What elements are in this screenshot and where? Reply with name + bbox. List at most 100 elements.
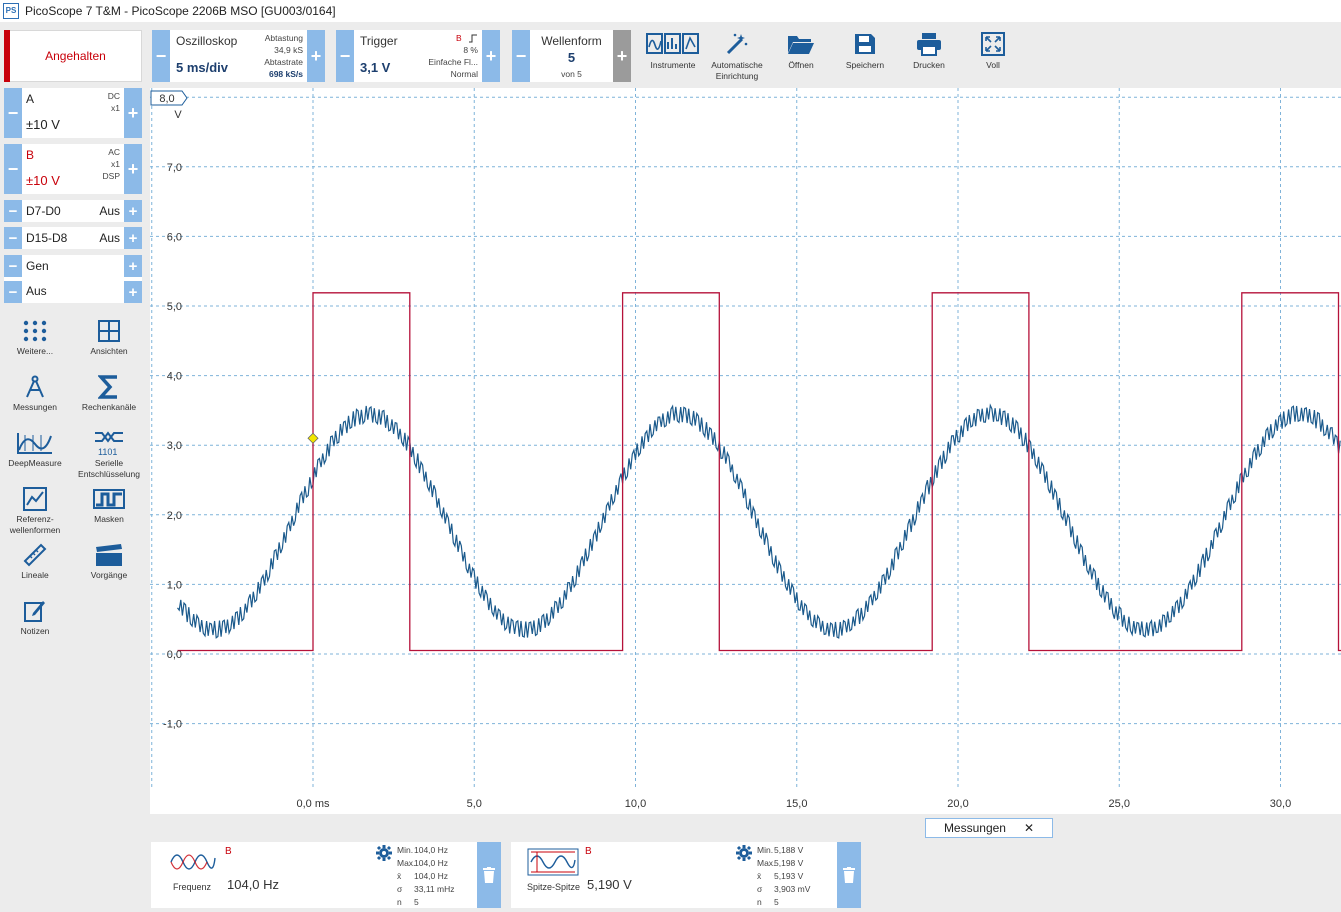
x-tick-label: 30,0 <box>1270 798 1291 810</box>
measurements-button[interactable]: Messungen <box>0 372 70 413</box>
instruments-icon <box>642 30 704 58</box>
rulers-button[interactable]: Lineale <box>0 540 70 581</box>
math-channels-button[interactable]: Rechenkanäle <box>74 372 144 413</box>
close-icon[interactable]: ✕ <box>1024 821 1034 835</box>
timebase-decrease-button[interactable]: − <box>152 30 170 82</box>
y-tick-label: 0,0 <box>167 649 182 661</box>
clapperboard-icon <box>74 540 144 570</box>
channel-b-decrease-button[interactable]: − <box>4 144 22 194</box>
waveform-number[interactable]: 5 <box>530 50 613 65</box>
peak-to-peak-stats: Min.5,188 V Max.5,198 V x̄ 5,193 V σ 3,903… <box>757 845 811 907</box>
trigger-increase-button[interactable]: + <box>482 30 500 82</box>
generator-decrease-button[interactable]: − <box>4 255 22 277</box>
generator-increase-button[interactable]: + <box>124 255 142 277</box>
digital-d15-d8-decrease-button[interactable]: − <box>4 227 22 249</box>
waveform-previous-button[interactable]: − <box>512 30 530 82</box>
reference-waveforms-label: Referenz-wellenformen <box>9 514 61 535</box>
deepmeasure-button[interactable]: DeepMeasure <box>0 428 70 469</box>
more-tools-button[interactable]: Weitere... <box>0 316 70 357</box>
measurement-card-frequency: B Frequenz 104,0 Hz Min.104,0 Hz Max.104… <box>151 842 501 908</box>
channel-a-decrease-button[interactable]: − <box>4 88 22 138</box>
reference-waveform-icon <box>0 484 70 514</box>
actions-button[interactable]: Vorgänge <box>74 540 144 581</box>
channel-a-coupling: DC <box>107 91 120 101</box>
auto-setup-button[interactable]: Automatische Einrichtung <box>706 30 768 84</box>
reference-waveforms-button[interactable]: Referenz-wellenformen <box>0 484 70 536</box>
y-tick-label-top: 8,0 <box>159 93 174 105</box>
trigger-control: − Trigger 3,1 V B 8 % Einfache Fl... Nor… <box>336 30 500 82</box>
digital-d7-d0-row: − D7-D0 Aus + <box>4 200 142 222</box>
waveform-next-button[interactable]: + <box>613 30 631 82</box>
digital-d15-d8-state: Aus <box>99 231 120 245</box>
y-tick-label: 5,0 <box>167 301 182 313</box>
trigger-title: Trigger <box>360 34 398 48</box>
gear-icon[interactable] <box>735 844 753 862</box>
sample-rate-value: 698 kS/s <box>268 69 303 79</box>
channel-b-range[interactable]: ±10 V <box>26 173 60 188</box>
open-button[interactable]: Öffnen <box>770 30 832 84</box>
channel-a-waveform <box>177 403 1341 639</box>
instruments-button[interactable]: Instrumente <box>642 30 704 84</box>
channel-b-trace <box>177 292 1341 652</box>
frequency-value: 104,0 Hz <box>227 877 280 892</box>
channel-a-increase-button[interactable]: + <box>124 88 142 138</box>
channel-a-control: − A DC x1 ±10 V + <box>4 88 142 138</box>
digital-d7-d0-increase-button[interactable]: + <box>124 200 142 222</box>
channel-b-increase-button[interactable]: + <box>124 144 142 194</box>
y-tick-label: 1,0 <box>167 579 182 591</box>
delete-peak-to-peak-measurement-button[interactable] <box>837 842 861 908</box>
timebase-value[interactable]: 5 ms/div <box>176 60 228 75</box>
trigger-level-value[interactable]: 3,1 V <box>360 60 390 75</box>
y-tick-label: -1,0 <box>163 719 182 731</box>
fullscreen-button[interactable]: Voll <box>962 30 1024 84</box>
views-label: Ansichten <box>90 346 128 356</box>
trigger-channel: B <box>455 33 462 43</box>
save-button[interactable]: Speichern <box>834 30 896 84</box>
y-tick-label: 2,0 <box>167 510 182 522</box>
y-tick-label: 6,0 <box>167 231 182 243</box>
generator-control: − − Gen Aus + + <box>4 255 142 303</box>
trash-icon <box>483 867 495 883</box>
peak-to-peak-name: Spitze-Spitze <box>527 882 581 892</box>
oscilloscope-view[interactable]: 7,06,05,04,03,02,01,00,0-1,08,0V-2,00,0 … <box>150 88 1341 814</box>
print-button[interactable]: Drucken <box>898 30 960 84</box>
trigger-marker <box>307 432 319 444</box>
notes-label: Notizen <box>20 626 50 636</box>
save-label: Speichern <box>845 60 885 70</box>
sigma-icon <box>74 372 144 402</box>
gear-icon[interactable] <box>375 844 393 862</box>
digital-d7-d0-decrease-button[interactable]: − <box>4 200 22 222</box>
serial-decoding-label: Serielle Entschlüsselung <box>78 458 140 479</box>
notes-button[interactable]: Notizen <box>0 596 70 637</box>
title-bar: PS PicoScope 7 T&M - PicoScope 2206B MSO… <box>0 0 1341 22</box>
generator-off-decrease-button[interactable]: − <box>4 281 22 303</box>
generator-off-increase-button[interactable]: + <box>124 281 142 303</box>
measurements-tab[interactable]: Messungen ✕ <box>925 818 1053 838</box>
peak-to-peak-wave-icon <box>527 848 579 876</box>
sample-rate-label: Abtastrate <box>264 57 303 67</box>
deepmeasure-icon <box>0 428 70 458</box>
channel-a-range[interactable]: ±10 V <box>26 117 60 132</box>
trigger-type: Normal <box>450 69 478 79</box>
x-tick-label: 5,0 <box>467 798 482 810</box>
channel-a-trace <box>177 403 1341 639</box>
masks-button[interactable]: Masken <box>74 484 144 525</box>
digital-d15-d8-row: − D15-D8 Aus + <box>4 227 142 249</box>
timebase-increase-button[interactable]: + <box>307 30 325 82</box>
digital-d15-d8-increase-button[interactable]: + <box>124 227 142 249</box>
delete-frequency-measurement-button[interactable] <box>477 842 501 908</box>
serial-decoding-button[interactable]: 1101 Serielle Entschlüsselung <box>74 428 144 480</box>
magic-wand-icon <box>706 30 768 58</box>
floppy-disk-icon <box>834 30 896 58</box>
scope-chart[interactable]: 7,06,05,04,03,02,01,00,0-1,08,0V-2,00,0 … <box>150 88 1341 814</box>
views-button[interactable]: Ansichten <box>74 316 144 357</box>
y-tick-label: 4,0 <box>167 371 182 383</box>
window-title: PicoScope 7 T&M - PicoScope 2206B MSO [G… <box>25 4 336 18</box>
trigger-decrease-button[interactable]: − <box>336 30 354 82</box>
scope-title: Oszilloskop <box>176 34 238 48</box>
y-tick-label: 7,0 <box>167 162 182 174</box>
x-tick-label: 25,0 <box>1109 798 1130 810</box>
run-stop-button[interactable]: Angehalten <box>4 30 142 82</box>
x-tick-label: 0,0 ms <box>296 798 330 810</box>
channel-a-probe: x1 <box>111 103 120 113</box>
